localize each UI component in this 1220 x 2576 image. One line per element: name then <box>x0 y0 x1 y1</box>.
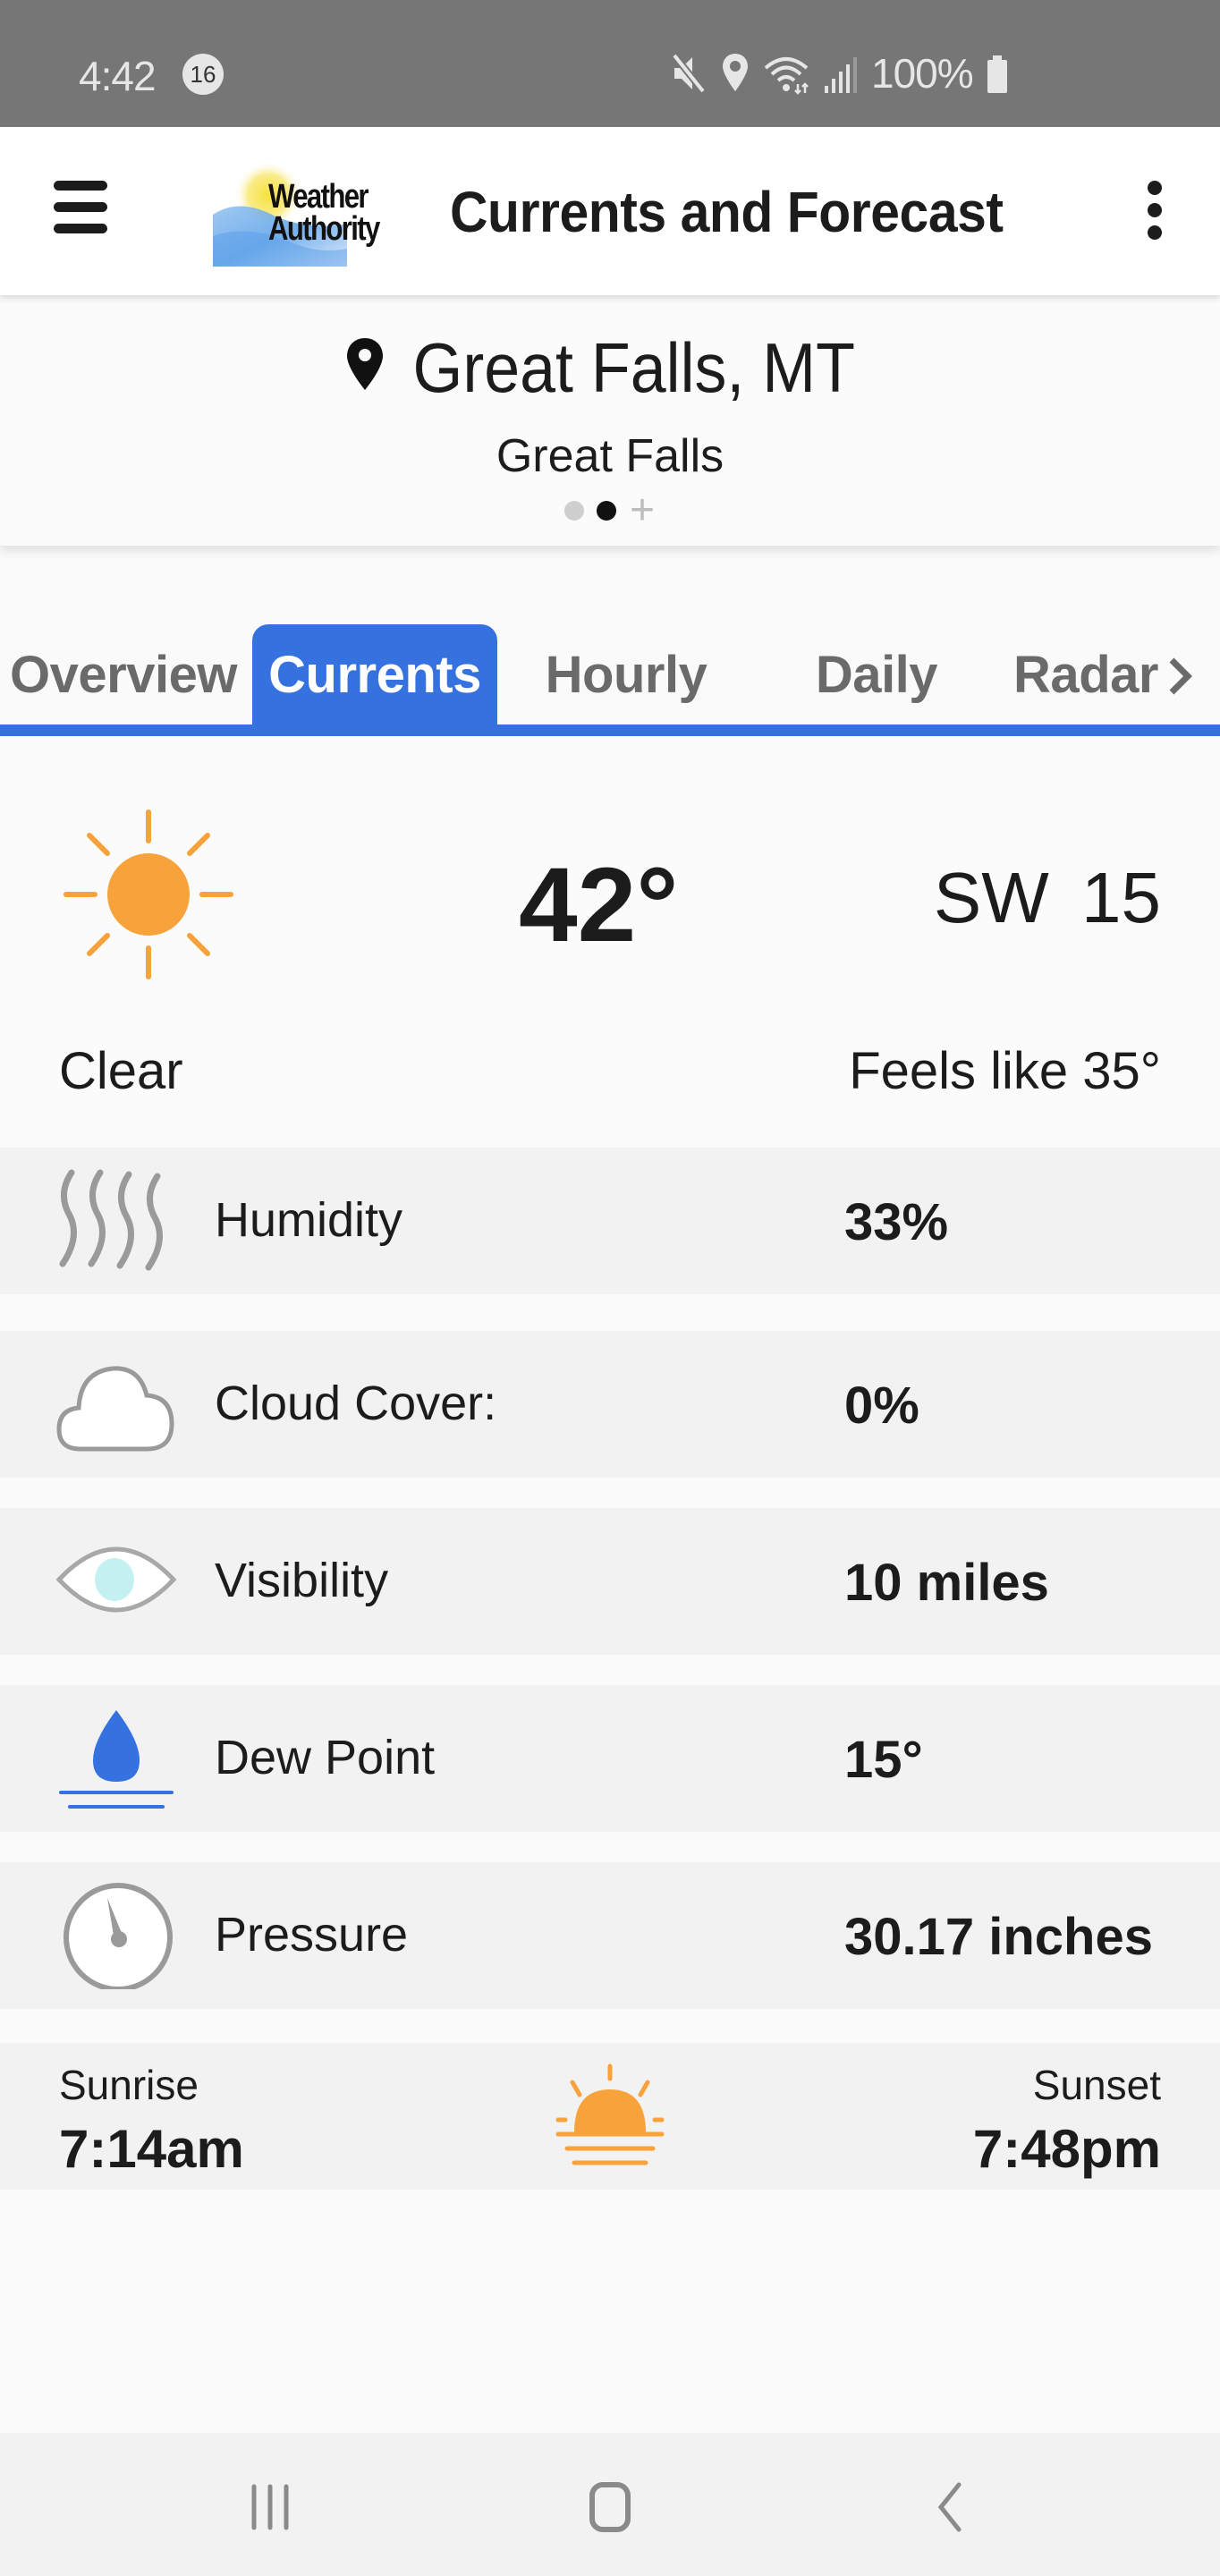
sunrise-time: 7:14am <box>59 2119 244 2179</box>
tab-bar: Overview Currents Hourly Daily Radar <box>0 624 1220 737</box>
tab-overview[interactable]: Overview <box>10 624 237 724</box>
home-icon[interactable] <box>574 2476 646 2538</box>
metric-value: 0% <box>844 1377 919 1435</box>
tab-daily[interactable]: Daily <box>787 624 966 724</box>
map-pin-icon <box>347 337 384 390</box>
sunset-label: Sunset <box>1032 2062 1161 2108</box>
page-dot-active[interactable] <box>597 501 616 521</box>
pressure-gauge-icon <box>64 1883 173 1989</box>
feels-like: Feels like 35° <box>849 1042 1161 1100</box>
metric-value: 15° <box>844 1731 923 1789</box>
system-nav-bar <box>0 2433 1220 2576</box>
dew-point-icon <box>59 1710 174 1809</box>
chevron-right-icon[interactable] <box>1163 655 1199 698</box>
metric-value: 30.17 inches <box>844 1908 1153 1966</box>
sunrise-sunset-icon <box>555 2063 665 2165</box>
status-time: 4:42 <box>79 53 157 99</box>
metric-label: Humidity <box>215 1193 403 1247</box>
tab-hourly[interactable]: Hourly <box>528 624 724 724</box>
metric-value: 33% <box>844 1193 949 1251</box>
tab-underline <box>0 724 1220 736</box>
sunset-time: 7:48pm <box>972 2119 1161 2179</box>
metric-row-humidity: Humidity 33% <box>0 1148 1220 1294</box>
metric-row-visibility: Visibility 10 miles <box>0 1508 1220 1655</box>
tab-radar[interactable]: Radar <box>1005 624 1166 724</box>
add-location-button[interactable]: + <box>629 489 656 532</box>
overflow-menu-button[interactable] <box>1136 181 1173 243</box>
metric-row-cloud-cover: Cloud Cover: 0% <box>0 1331 1220 1478</box>
sunrise-sunset-row: Sunrise 7:14am Sunset 7:48pm <box>0 2043 1220 2190</box>
wind-speed: SW 15 <box>933 858 1161 937</box>
back-icon[interactable] <box>914 2476 986 2538</box>
eye-icon <box>55 1546 177 1613</box>
metric-label: Cloud Cover: <box>215 1377 497 1430</box>
more-vertical-icon <box>1148 181 1162 195</box>
location-card[interactable]: Great Falls, MT Great Falls + <box>0 295 1220 546</box>
metric-row-dew-point: Dew Point 15° <box>0 1685 1220 1832</box>
metric-row-pressure: Pressure 30.17 inches <box>0 1862 1220 2009</box>
battery-icon <box>987 55 1007 93</box>
location-header: Great Falls, MT <box>0 327 1220 409</box>
metric-label: Pressure <box>215 1908 409 1962</box>
weather-authority-logo: Weather Authority <box>213 161 424 267</box>
location-subtitle: Great Falls <box>496 430 724 482</box>
mute-icon <box>671 53 707 94</box>
logo-text: Weather Authority <box>268 178 380 248</box>
location-icon <box>723 54 748 91</box>
recent-apps-icon[interactable] <box>234 2476 306 2538</box>
location-page-indicator: + <box>0 489 1220 532</box>
signal-icon <box>825 57 857 93</box>
battery-percent: 100% <box>871 50 974 97</box>
hamburger-menu-button[interactable] <box>54 181 113 240</box>
condition-text: Clear <box>59 1042 183 1100</box>
metric-label: Visibility <box>215 1554 389 1607</box>
location-name: Great Falls, MT <box>412 328 856 407</box>
metric-value: 10 miles <box>844 1554 1049 1612</box>
sunrise-label: Sunrise <box>59 2062 199 2108</box>
tab-currents[interactable]: Currents <box>252 624 497 724</box>
hamburger-icon <box>54 181 107 191</box>
status-icons: 100% <box>669 50 1009 97</box>
cloud-icon <box>56 1366 174 1452</box>
current-temperature: 42° <box>519 846 679 964</box>
page-dot[interactable] <box>564 501 584 521</box>
wifi-icon <box>764 57 809 95</box>
humidity-icon <box>59 1169 163 1271</box>
sun-icon <box>64 809 233 979</box>
metric-label: Dew Point <box>215 1731 436 1784</box>
app-title: Currents and Forecast <box>450 180 1004 244</box>
notification-count-badge: 16 <box>182 54 224 95</box>
status-bar: 4:42 16 100% <box>0 0 1220 127</box>
app-bar: Weather Authority Currents and Forecast <box>0 127 1220 295</box>
current-conditions: 42° SW 15 Clear Feels like 35° <box>0 737 1220 1145</box>
